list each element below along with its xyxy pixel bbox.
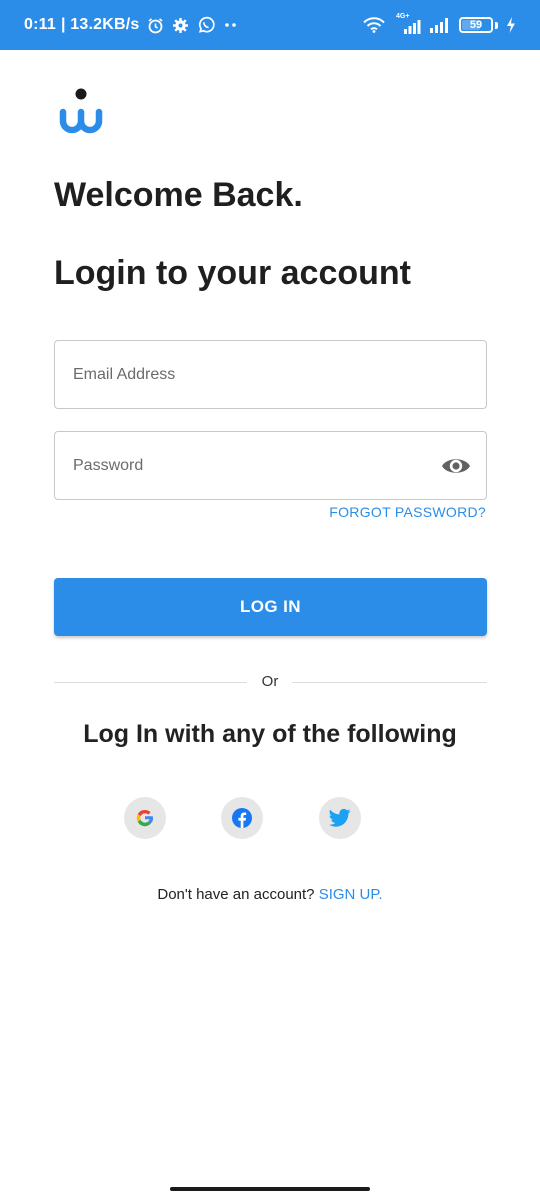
whatsapp-icon [199,16,216,33]
divider-line [54,682,247,683]
app-logo [59,88,103,134]
password-field[interactable] [73,432,433,499]
wifi-icon [363,17,385,33]
battery-indicator: 59 [459,17,493,33]
home-indicator[interactable] [170,1187,370,1191]
twitter-login-button[interactable] [319,797,361,839]
battery-level: 59 [469,19,483,31]
signal-icon [430,18,448,33]
email-field-container [54,340,487,409]
email-field[interactable] [73,341,433,408]
charging-icon [507,17,515,33]
status-system-icons: 4G+ 59 [363,13,516,34]
show-password-icon[interactable] [440,453,472,479]
social-login-heading: Log In with any of the following [83,720,457,748]
status-notification-icons [147,16,239,34]
alarm-icon [148,17,163,33]
status-bar: 0:11 | 13.2KB/s 4G+ 59 [0,0,540,50]
welcome-heading: Welcome Back. [54,176,303,214]
signal-icon [404,20,421,34]
google-icon [136,809,154,827]
more-dots-icon [225,23,237,27]
status-time: 0:11 [24,16,56,33]
facebook-login-button[interactable] [221,797,263,839]
signal-4g: 4G+ [393,13,421,34]
password-field-container [54,431,487,500]
page-title: Login to your account [54,254,411,292]
forgot-password-link[interactable]: FORGOT PASSWORD? [329,504,486,520]
signup-link[interactable]: SIGN UP. [319,886,383,903]
login-button[interactable]: LOG IN [54,578,487,636]
facebook-icon [232,808,252,828]
or-separator: Or [261,673,279,690]
google-login-button[interactable] [124,797,166,839]
twitter-icon [329,808,351,827]
divider-line [292,682,487,683]
signup-prompt-text: Don't have an account? [157,886,319,903]
status-net-speed: | 13.2KB/s [60,16,140,33]
signup-prompt: Don't have an account? SIGN UP. [0,886,540,903]
settings-icon [173,17,189,33]
